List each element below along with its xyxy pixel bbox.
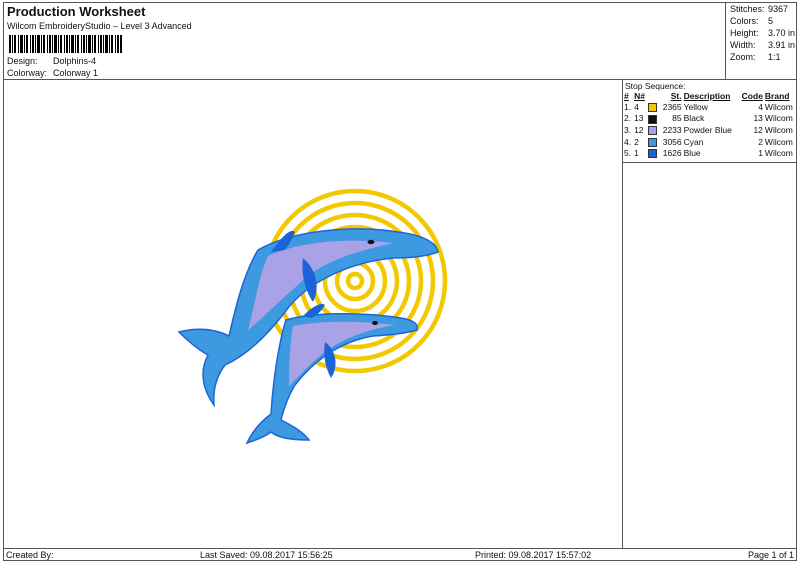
- row-index: 3.: [624, 124, 632, 135]
- column-header-stitches: St.: [670, 90, 682, 101]
- row-brand: Wilcom: [764, 124, 793, 135]
- row-stitches: 1626: [662, 148, 682, 159]
- colorway-row: Colorway: Colorway 1: [7, 68, 98, 78]
- color-swatch: [648, 114, 658, 124]
- created-by: Created By:: [6, 550, 54, 560]
- row-swatch: [647, 136, 659, 148]
- color-swatch: [648, 102, 658, 112]
- zoom-value: 1:1: [768, 52, 781, 62]
- row-code: 13: [753, 113, 763, 124]
- height-value: 3.70 in: [768, 28, 796, 38]
- row-description: Black: [683, 113, 705, 124]
- barcode: [9, 35, 122, 53]
- height-row: Height: 3.70 in: [730, 28, 795, 38]
- row-needle: 2: [634, 136, 639, 147]
- table-row: 5. 1 1626 Blue 1 Wilcom: [623, 147, 797, 159]
- table-row: 2. 13 85 Black 13 Wilcom: [623, 113, 797, 125]
- printed-date: Printed: 09.08.2017 15:57:02: [475, 550, 592, 560]
- table-row: 3. 12 2233 Powder Blue 12 Wilcom: [623, 124, 797, 136]
- table-row: 1. 4 2365 Yellow 4 Wilcom: [623, 101, 797, 113]
- color-swatch: [648, 137, 658, 147]
- colors-value: 5: [768, 16, 774, 26]
- row-index: 5.: [624, 148, 632, 159]
- header-info: Production Worksheet Wilcom EmbroiderySt…: [3, 2, 726, 80]
- width-value: 3.91 in: [768, 40, 796, 50]
- row-brand: Wilcom: [764, 136, 793, 147]
- zoom-label: Zoom:: [730, 52, 756, 62]
- dolphins-embroidery-image: [177, 188, 448, 445]
- page-number: Page 1 of 1: [747, 550, 794, 560]
- column-header-swatch: [647, 90, 659, 101]
- row-swatch: [647, 147, 659, 159]
- column-header-code: Code: [741, 90, 763, 101]
- design-preview: [3, 80, 623, 548]
- row-description: Blue: [683, 148, 701, 159]
- row-code: 1: [758, 148, 763, 159]
- stitches-row: Stitches: 9367: [730, 4, 788, 14]
- row-index: 4.: [624, 136, 632, 147]
- width-row: Width: 3.91 in: [730, 40, 795, 50]
- row-description: Yellow: [683, 101, 708, 112]
- row-swatch: [647, 101, 659, 113]
- column-header-brand: Brand: [764, 90, 790, 101]
- row-stitches: 3056: [662, 136, 682, 147]
- row-swatch: [647, 113, 659, 125]
- column-header-needle: N#: [634, 90, 645, 101]
- colorway-value: Colorway 1: [53, 68, 99, 78]
- stitches-value: 9367: [768, 4, 789, 14]
- row-needle: 4: [634, 101, 639, 112]
- height-label: Height:: [730, 28, 759, 38]
- colors-label: Colors:: [730, 16, 759, 26]
- column-header-description: Description: [683, 90, 731, 101]
- row-brand: Wilcom: [764, 101, 793, 112]
- stop-sequence-panel: Stop Sequence: # N# St. Description Code…: [623, 80, 797, 548]
- table-row: 4. 2 3056 Cyan 2 Wilcom: [623, 136, 797, 148]
- design-label: Design:: [7, 56, 38, 66]
- column-header-index: #: [624, 90, 629, 101]
- last-saved: Last Saved: 09.08.2017 15:56:25: [200, 550, 333, 560]
- page-title: Production Worksheet: [7, 4, 146, 19]
- zoom-row: Zoom: 1:1: [730, 52, 781, 62]
- table-header-row: # N# St. Description Code Brand: [623, 90, 797, 101]
- design-value: Dolphins-4: [53, 56, 97, 66]
- row-code: 2: [758, 136, 763, 147]
- row-stitches: 2233: [662, 124, 682, 135]
- color-swatch: [648, 126, 658, 136]
- colors-row: Colors: 5: [730, 16, 773, 26]
- row-index: 2.: [624, 113, 632, 124]
- row-needle: 13: [634, 113, 644, 124]
- row-index: 1.: [624, 101, 632, 112]
- row-needle: 1: [634, 148, 639, 159]
- row-brand: Wilcom: [764, 148, 793, 159]
- design-stats: Stitches: 9367 Colors: 5 Height: 3.70 in Wi…: [726, 2, 797, 80]
- row-swatch: [647, 124, 659, 136]
- row-description: Powder Blue: [683, 124, 732, 135]
- footer: Created By: Last Saved: 09.08.2017 15:56…: [3, 548, 797, 561]
- row-code: 12: [753, 124, 763, 135]
- row-stitches: 85: [672, 113, 682, 124]
- row-description: Cyan: [683, 136, 704, 147]
- stitches-label: Stitches:: [730, 4, 765, 14]
- design-row: Design: Dolphins-4: [7, 56, 96, 66]
- stop-sequence-table: # N# St. Description Code Brand 1. 4 236…: [623, 90, 797, 159]
- colorway-label: Colorway:: [7, 68, 48, 78]
- row-code: 4: [758, 101, 763, 112]
- row-needle: 12: [634, 124, 644, 135]
- row-brand: Wilcom: [764, 113, 793, 124]
- divider: [623, 162, 797, 163]
- row-stitches: 2365: [662, 101, 682, 112]
- width-label: Width:: [730, 40, 756, 50]
- software-name: Wilcom EmbroideryStudio – Level 3 Advanc…: [7, 21, 192, 31]
- color-swatch: [648, 149, 658, 159]
